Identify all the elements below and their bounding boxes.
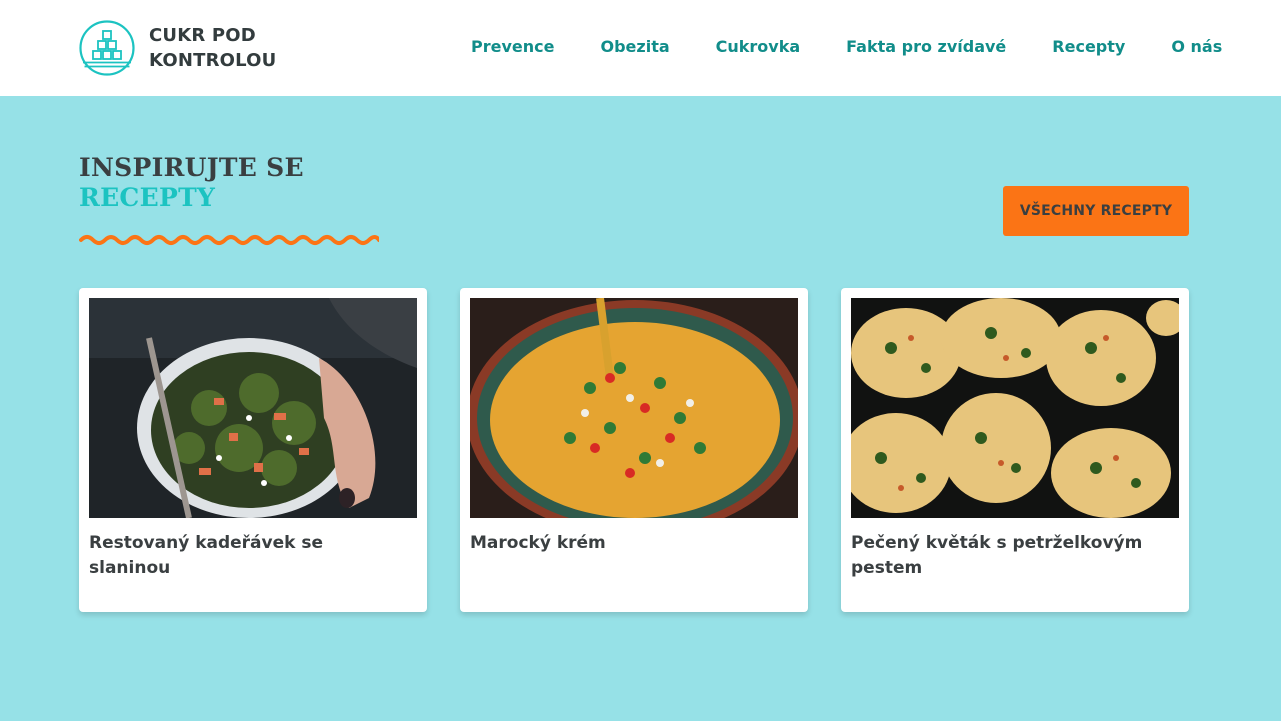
nav-item-o-nas[interactable]: O nás [1171,36,1222,60]
nav-item-cukrovka[interactable]: Cukrovka [716,36,801,60]
wavy-underline-decoration [79,235,379,245]
main-nav: Prevence Obezita Cukrovka Fakta pro zvíd… [471,36,1222,60]
recipe-card[interactable]: Marocký krém [460,288,808,612]
nav-item-obezita[interactable]: Obezita [600,36,669,60]
site-header: CUKR POD KONTROLOU Prevence Obezita Cukr… [0,0,1281,96]
nav-item-recepty[interactable]: Recepty [1052,36,1125,60]
recipe-title[interactable]: Marocký krém [470,531,790,556]
nav-item-prevence[interactable]: Prevence [471,36,554,60]
roasted-cauliflower-image [851,298,1179,518]
kale-salad-bowl-photo[interactable] [89,298,417,518]
recipe-title[interactable]: Restovaný kadeřávek se slaninou [89,531,409,581]
recipe-card[interactable]: Pečený květák s petrželkovým pestem [841,288,1189,612]
sugar-cubes-logo-icon [79,20,135,76]
recipe-card[interactable]: Restovaný kadeřávek se slaninou [79,288,427,612]
recipe-title[interactable]: Pečený květák s petrželkovým pestem [851,531,1171,581]
section-title-line2: RECEPTY [79,183,216,212]
all-recipes-button[interactable]: VŠECHNY RECEPTY [1003,186,1189,236]
brand-name: CUKR POD KONTROLOU [149,23,277,73]
kale-salad-image [89,298,417,518]
site-logo[interactable]: CUKR POD KONTROLOU [79,20,299,76]
section-title-line1: INSPIRUJTE SE [79,153,304,182]
brand-name-line1: CUKR POD [149,25,256,46]
moroccan-soup-photo[interactable] [470,298,798,518]
brand-name-line2: KONTROLOU [149,50,277,71]
moroccan-soup-image [470,298,798,518]
roasted-cauliflower-photo[interactable] [851,298,1179,518]
nav-item-fakta[interactable]: Fakta pro zvídavé [846,36,1006,60]
section-title: INSPIRUJTE SE RECEPTY [79,153,304,213]
